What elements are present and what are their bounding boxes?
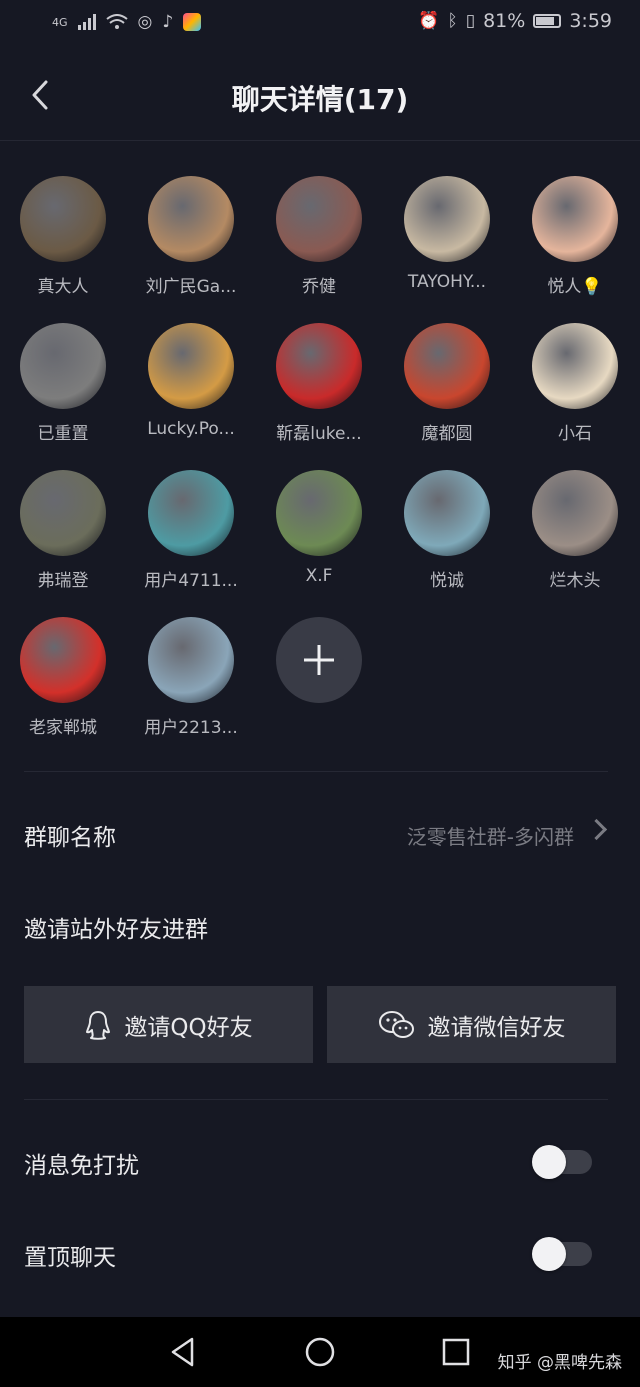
member-item[interactable]: 用户4711... — [127, 470, 255, 600]
member-name: Lucky.Po... — [147, 419, 235, 439]
page-title: 聊天详情(17) — [231, 83, 409, 116]
member-name: 老家郸城 — [29, 718, 97, 738]
member-item[interactable]: 弗瑞登 — [0, 470, 127, 600]
mute-label: 消息免打扰 — [24, 1153, 139, 1179]
avatar — [148, 176, 234, 262]
avatar — [20, 176, 106, 262]
invite-section: 邀请站外好友进群 — [0, 886, 640, 966]
nav-home-button[interactable] — [304, 1335, 336, 1373]
sync-icon: ◎ — [137, 12, 153, 32]
circle-home-icon — [305, 1337, 335, 1367]
member-name: 悦人💡 — [547, 277, 603, 297]
avatar — [532, 176, 618, 262]
square-recents-icon — [442, 1338, 470, 1366]
member-name: 靳磊luke... — [276, 424, 362, 444]
member-name: 已重置 — [37, 424, 89, 444]
member-item[interactable]: 乔健 — [255, 176, 383, 306]
nav-back-button[interactable] — [168, 1335, 198, 1373]
avatar — [20, 470, 106, 556]
chevron-right-icon — [585, 818, 608, 841]
member-item[interactable]: 悦人💡 — [511, 176, 639, 306]
member-name: X.F — [305, 566, 333, 586]
toggle-knob — [532, 1145, 566, 1179]
member-name: 烂木头 — [549, 571, 601, 591]
member-name: 用户4711... — [144, 571, 238, 591]
avatar — [404, 176, 490, 262]
member-item[interactable]: 悦诚 — [383, 470, 511, 600]
add-member-button[interactable] — [276, 617, 362, 703]
member-item[interactable]: 刘广民Ga... — [127, 176, 255, 306]
watermark: 知乎 @黑啤先森 — [497, 1353, 622, 1373]
wifi-icon — [105, 14, 128, 29]
avatar — [276, 323, 362, 409]
signal-label: 4G — [52, 15, 68, 29]
triangle-back-icon — [171, 1337, 194, 1367]
invite-section-label: 邀请站外好友进群 — [24, 917, 208, 943]
avatar — [532, 323, 618, 409]
member-name: 悦诚 — [430, 571, 464, 591]
member-name: 刘广民Ga... — [145, 277, 237, 297]
member-item[interactable]: X.F — [255, 470, 383, 600]
avatar — [404, 470, 490, 556]
mute-toggle[interactable] — [532, 1145, 592, 1179]
member-name: 魔都圆 — [421, 424, 473, 444]
avatar — [276, 470, 362, 556]
member-item[interactable]: 已重置 — [0, 323, 127, 453]
signal-bars-icon — [77, 14, 96, 30]
pin-label: 置顶聊天 — [24, 1245, 116, 1271]
member-name: 弗瑞登 — [37, 571, 89, 591]
add-member-item — [255, 617, 383, 747]
member-item[interactable]: 小石 — [511, 323, 639, 453]
member-item[interactable]: 真大人 — [0, 176, 127, 306]
member-item[interactable]: 烂木头 — [511, 470, 639, 600]
group-name-value: 泛零售社群-多闪群 — [406, 825, 574, 849]
member-name: 真大人 — [37, 277, 89, 297]
member-item[interactable]: 用户2213... — [127, 617, 255, 747]
invite-wechat-label: 邀请微信好友 — [427, 1014, 566, 1041]
mute-row: 消息免打扰 — [0, 1122, 640, 1202]
pin-row: 置顶聊天 — [0, 1214, 640, 1294]
tiktok-icon: ♪ — [162, 12, 174, 32]
member-item[interactable]: 老家郸城 — [0, 617, 127, 747]
status-bar: 4G ◎ ♪ ⏰ ᛒ ▯ 81% 3:59 — [0, 0, 640, 48]
avatar — [20, 323, 106, 409]
group-name-label: 群聊名称 — [24, 825, 116, 851]
section-divider — [24, 1099, 608, 1100]
avatar — [148, 617, 234, 703]
avatar — [148, 323, 234, 409]
avatar — [404, 323, 490, 409]
section-divider — [24, 771, 608, 772]
member-name: TAYOHY... — [407, 272, 487, 292]
battery-icon — [533, 14, 562, 28]
avatar — [20, 617, 106, 703]
member-item[interactable]: 魔都圆 — [383, 323, 511, 453]
member-name: 用户2213... — [144, 718, 238, 738]
app-notification-icon — [183, 13, 202, 31]
member-name: 小石 — [558, 424, 592, 444]
alarm-icon: ⏰ — [418, 11, 440, 31]
toggle-knob — [532, 1237, 566, 1271]
pin-toggle[interactable] — [532, 1237, 592, 1271]
header: 聊天详情(17) — [0, 50, 640, 141]
qq-icon — [86, 1010, 111, 1040]
clock: 3:59 — [569, 10, 612, 32]
invite-qq-button[interactable]: 邀请QQ好友 — [24, 986, 313, 1063]
battery-percent: 81% — [483, 10, 526, 32]
vibrate-icon: ▯ — [465, 11, 476, 31]
nav-recents-button[interactable] — [440, 1335, 472, 1373]
wechat-icon — [378, 1010, 414, 1038]
avatar — [276, 176, 362, 262]
member-item[interactable]: TAYOHY... — [383, 176, 511, 306]
group-name-row[interactable]: 群聊名称 泛零售社群-多闪群 — [0, 794, 640, 874]
avatar — [148, 470, 234, 556]
member-item[interactable]: Lucky.Po... — [127, 323, 255, 453]
member-name: 乔健 — [302, 277, 336, 297]
invite-wechat-button[interactable]: 邀请微信好友 — [327, 986, 616, 1063]
bluetooth-icon: ᛒ — [447, 11, 458, 31]
invite-qq-label: 邀请QQ好友 — [124, 1014, 253, 1041]
member-item[interactable]: 靳磊luke... — [255, 323, 383, 453]
avatar — [532, 470, 618, 556]
